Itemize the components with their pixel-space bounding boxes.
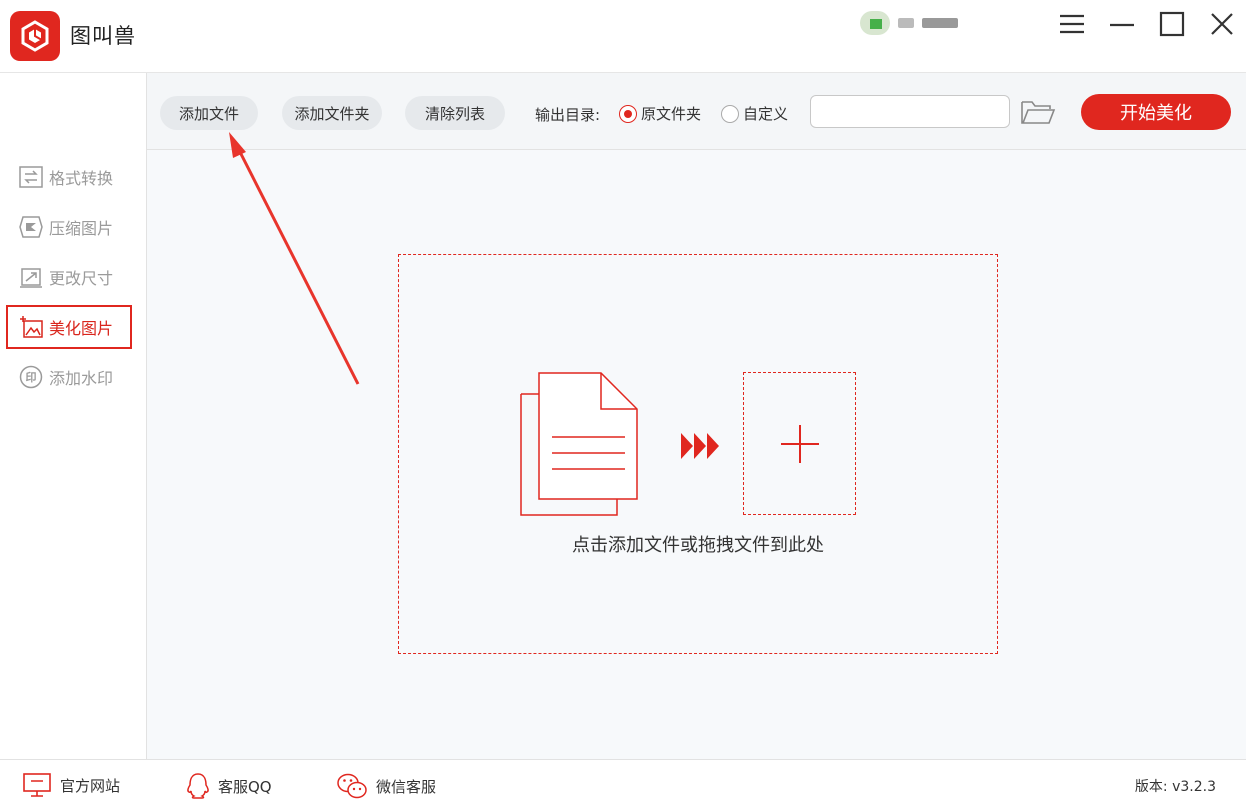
footer: 官方网站 客服QQ 微信客服 版本: v3.2.3 xyxy=(0,759,1246,810)
wechat-label: 微信客服 xyxy=(376,777,437,796)
add-folder-button[interactable]: 添加文件夹 xyxy=(282,96,382,130)
output-dir-label: 输出目录: xyxy=(535,106,601,124)
app-window: 图叫兽 格式转换 压缩图片 更改尺寸 美化图片 印 添加水印 添加文件 添加文件… xyxy=(0,0,1246,810)
sidebar-item-resize[interactable]: 更改尺寸 xyxy=(6,255,132,299)
user-info[interactable] xyxy=(860,10,958,36)
user-badge xyxy=(898,18,914,28)
qq-icon xyxy=(187,773,209,799)
app-logo xyxy=(10,11,60,61)
output-path-input[interactable] xyxy=(810,95,1010,128)
user-name xyxy=(922,18,958,28)
menu-icon[interactable] xyxy=(1056,8,1088,40)
radio-checked-icon[interactable] xyxy=(619,104,637,123)
avatar-icon[interactable] xyxy=(860,11,890,35)
title-bar: 图叫兽 xyxy=(0,0,1246,73)
add-file-box[interactable] xyxy=(743,372,856,515)
sidebar-item-label: 美化图片 xyxy=(49,319,114,338)
convert-icon xyxy=(19,166,43,188)
compress-icon xyxy=(19,216,43,238)
main-area: 点击添加文件或拖拽文件到此处 xyxy=(147,150,1246,759)
plus-icon xyxy=(780,424,819,463)
sidebar-item-label: 添加水印 xyxy=(49,369,114,388)
sidebar-item-compress[interactable]: 压缩图片 xyxy=(6,205,132,249)
logo-icon xyxy=(21,20,49,52)
start-beautify-button[interactable]: 开始美化 xyxy=(1081,94,1231,130)
drop-hint-text: 点击添加文件或拖拽文件到此处 xyxy=(572,535,824,556)
beautify-icon xyxy=(20,316,43,338)
minimize-icon[interactable] xyxy=(1106,8,1138,40)
watermark-icon: 印 xyxy=(19,365,43,389)
svg-text:印: 印 xyxy=(26,371,37,384)
radio-custom-label: 自定义 xyxy=(743,105,789,123)
browse-folder-icon[interactable] xyxy=(1020,97,1056,127)
version-text: 版本: v3.2.3 xyxy=(1134,779,1216,795)
wechat-icon xyxy=(337,773,367,799)
add-file-button[interactable]: 添加文件 xyxy=(160,96,258,130)
website-label: 官方网站 xyxy=(60,776,121,795)
support-wechat-link[interactable]: 微信客服 xyxy=(336,772,436,800)
monitor-icon xyxy=(23,773,51,797)
toolbar: 添加文件 添加文件夹 清除列表 输出目录: 原文件夹 自定义 开始美化 xyxy=(147,73,1246,150)
document-icon xyxy=(520,372,638,516)
official-website-link[interactable]: 官方网站 xyxy=(22,772,120,798)
qq-label: 客服QQ xyxy=(218,777,272,796)
sidebar-item-label: 格式转换 xyxy=(49,169,114,188)
radio-original-folder[interactable]: 原文件夹 xyxy=(619,103,701,124)
sidebar-item-beautify[interactable]: 美化图片 xyxy=(6,305,132,349)
drop-zone[interactable]: 点击添加文件或拖拽文件到此处 xyxy=(398,254,998,654)
app-title: 图叫兽 xyxy=(70,24,136,48)
sidebar-item-label: 压缩图片 xyxy=(49,219,114,238)
resize-icon xyxy=(20,268,42,288)
clear-list-button[interactable]: 清除列表 xyxy=(405,96,505,130)
sidebar-item-label: 更改尺寸 xyxy=(49,269,114,288)
radio-original-label: 原文件夹 xyxy=(641,105,702,123)
support-qq-link[interactable]: 客服QQ xyxy=(186,772,272,800)
sidebar: 格式转换 压缩图片 更改尺寸 美化图片 印 添加水印 xyxy=(0,73,147,759)
maximize-icon[interactable] xyxy=(1156,8,1188,40)
sidebar-item-format-convert[interactable]: 格式转换 xyxy=(6,155,132,199)
arrows-icon xyxy=(681,433,719,459)
sidebar-item-watermark[interactable]: 印 添加水印 xyxy=(6,355,132,399)
close-icon[interactable] xyxy=(1206,8,1238,40)
radio-custom-folder[interactable]: 自定义 xyxy=(721,103,788,124)
radio-unchecked-icon[interactable] xyxy=(721,104,739,123)
